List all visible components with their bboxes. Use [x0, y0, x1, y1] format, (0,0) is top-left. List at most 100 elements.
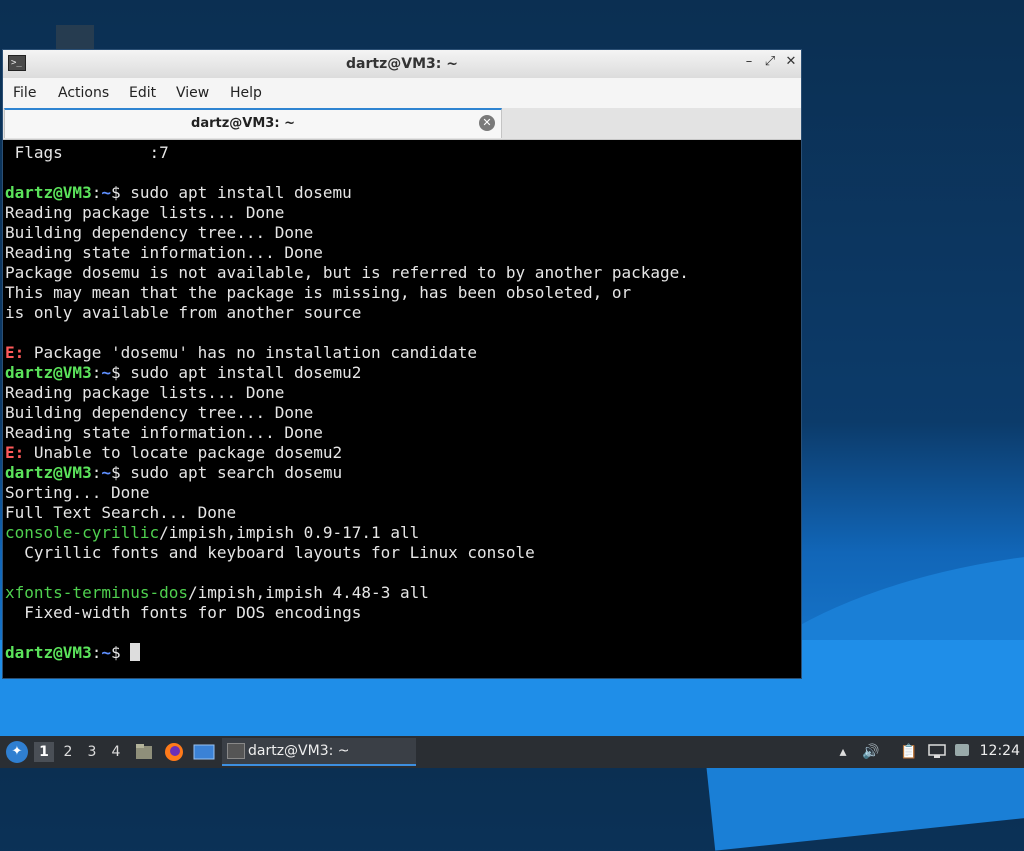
terminal-text-segment: $ sudo apt install dosemu2 — [110, 363, 362, 382]
tray-up-arrow-icon[interactable]: ▴ — [834, 743, 852, 761]
terminal-text-segment: ~ — [101, 643, 111, 662]
terminal-line: xfonts-terminus-dos/impish,impish 4.48-3… — [5, 583, 689, 603]
terminal-text-segment: E: — [5, 343, 25, 362]
terminal-line: Building dependency tree... Done — [5, 223, 689, 243]
terminal-line: Fixed-width fonts for DOS encodings — [5, 603, 689, 623]
terminal-line: console-cyrillic/impish,impish 0.9-17.1 … — [5, 523, 689, 543]
terminal-text-segment: /impish,impish 0.9-17.1 all — [159, 523, 420, 542]
terminal-text-segment: Sorting... Done — [5, 483, 150, 502]
terminal-text-segment: Cyrillic fonts and keyboard layouts for … — [5, 543, 535, 562]
terminal-text-segment: Reading state information... Done — [5, 243, 323, 262]
menu-actions[interactable]: Actions — [58, 85, 109, 101]
tab-terminal[interactable]: dartz@VM3: ~ ✕ — [4, 108, 502, 138]
terminal-text-segment: is only available from another source — [5, 303, 362, 322]
terminal-text-segment: console-cyrillic — [5, 523, 160, 542]
terminal-text-segment: Building dependency tree... Done — [5, 403, 314, 422]
clock: 12:24 — [979, 743, 1020, 759]
file-manager-icon[interactable] — [134, 742, 154, 762]
terminal-text-segment: Reading package lists... Done — [5, 383, 285, 402]
window-title: dartz@VM3: ~ — [346, 56, 458, 72]
terminal-text-segment: Building dependency tree... Done — [5, 223, 314, 242]
terminal-text-segment: /impish,impish 4.48-3 all — [188, 583, 429, 602]
terminal-text-segment: Flags :7 — [5, 143, 169, 162]
taskbar-terminal-task[interactable]: dartz@VM3: ~ — [222, 738, 416, 766]
terminal-text-segment: : — [91, 463, 102, 482]
terminal-text-segment: : — [91, 183, 102, 202]
terminal-line: Reading package lists... Done — [5, 203, 689, 223]
terminal-line: dartz@VM3:~$ — [5, 643, 689, 663]
terminal-text-segment: ~ — [101, 363, 111, 382]
terminal-text-segment: : — [91, 363, 102, 382]
title-bar[interactable]: >_ dartz@VM3: ~ – ⤢ ✕ — [3, 50, 801, 79]
terminal-text-segment: Fixed-width fonts for DOS encodings — [5, 603, 362, 622]
notification-icon[interactable] — [954, 743, 972, 761]
network-icon[interactable] — [928, 743, 946, 761]
show-desktop-icon[interactable] — [193, 742, 215, 762]
terminal-line: dartz@VM3:~$ sudo apt install dosemu — [5, 183, 689, 203]
start-menu-icon[interactable]: ✦ — [6, 741, 28, 763]
terminal-output[interactable]: Flags :7 dartz@VM3:~$ sudo apt install do… — [3, 140, 801, 678]
terminal-line: is only available from another source — [5, 303, 689, 323]
terminal-window: >_ dartz@VM3: ~ – ⤢ ✕ File Actions Edit … — [2, 49, 802, 679]
terminal-text-segment: E: — [5, 443, 25, 462]
terminal-text-segment: Reading state information... Done — [5, 423, 323, 442]
taskbar: ✦ 1 2 3 4 dartz@VM3: ~ ▴ 🔊 📋 12:24 — [0, 736, 1024, 768]
menu-help[interactable]: Help — [230, 85, 262, 101]
terminal-text-segment: $ — [110, 643, 131, 662]
terminal-text-segment: Unable to locate package dosemu2 — [24, 443, 343, 462]
terminal-text-segment: Reading package lists... Done — [5, 203, 285, 222]
terminal-text-segment: Package dosemu is not available, but is … — [5, 263, 689, 282]
minimize-button[interactable]: – — [741, 54, 757, 69]
terminal-cursor — [130, 643, 141, 661]
clipboard-icon[interactable]: 📋 — [900, 743, 918, 761]
workspace-2[interactable]: 2 — [58, 742, 78, 762]
terminal-text-segment: : — [91, 643, 102, 662]
terminal-text-segment: dartz@VM3 — [5, 183, 92, 202]
terminal-text-segment: dartz@VM3 — [5, 643, 92, 662]
terminal-text-segment: Full Text Search... Done — [5, 503, 237, 522]
tab-bar: dartz@VM3: ~ ✕ — [3, 108, 801, 140]
terminal-text-segment: dartz@VM3 — [5, 463, 92, 482]
terminal-line: Sorting... Done — [5, 483, 689, 503]
terminal-text-segment: This may mean that the package is missin… — [5, 283, 632, 302]
terminal-line: Package dosemu is not available, but is … — [5, 263, 689, 283]
firefox-icon[interactable] — [164, 742, 184, 762]
terminal-text-segment: ~ — [101, 463, 111, 482]
maximize-button[interactable]: ⤢ — [762, 54, 778, 69]
task-label: dartz@VM3: ~ — [248, 743, 350, 759]
terminal-line: Reading package lists... Done — [5, 383, 689, 403]
terminal-task-icon — [227, 743, 245, 759]
terminal-text-segment: xfonts-terminus-dos — [5, 583, 189, 602]
workspace-4[interactable]: 4 — [106, 742, 126, 762]
terminal-line: Building dependency tree... Done — [5, 403, 689, 423]
menu-edit[interactable]: Edit — [129, 85, 156, 101]
desktop-icon[interactable] — [56, 25, 94, 49]
terminal-line: E: Unable to locate package dosemu2 — [5, 443, 689, 463]
workspace-1[interactable]: 1 — [34, 742, 54, 762]
terminal-line: Full Text Search... Done — [5, 503, 689, 523]
workspace-3[interactable]: 3 — [82, 742, 102, 762]
terminal-text-segment: dartz@VM3 — [5, 363, 92, 382]
volume-icon[interactable]: 🔊 — [862, 743, 880, 761]
menu-file[interactable]: File — [13, 85, 36, 101]
terminal-text-segment: $ sudo apt install dosemu — [110, 183, 352, 202]
terminal-line: dartz@VM3:~$ sudo apt search dosemu — [5, 463, 689, 483]
terminal-text: Flags :7 dartz@VM3:~$ sudo apt install do… — [5, 143, 689, 663]
terminal-line: Cyrillic fonts and keyboard layouts for … — [5, 543, 689, 563]
terminal-line: dartz@VM3:~$ sudo apt install dosemu2 — [5, 363, 689, 383]
menu-view[interactable]: View — [176, 85, 209, 101]
tab-close-icon[interactable]: ✕ — [479, 115, 495, 131]
terminal-line: Flags :7 — [5, 143, 689, 163]
terminal-text-segment: Package 'dosemu' has no installation can… — [24, 343, 478, 362]
tab-label: dartz@VM3: ~ — [191, 116, 295, 131]
terminal-line: Reading state information... Done — [5, 423, 689, 443]
close-button[interactable]: ✕ — [783, 54, 799, 69]
terminal-text-segment: ~ — [101, 183, 111, 202]
terminal-line: E: Package 'dosemu' has no installation … — [5, 343, 689, 363]
menu-bar: File Actions Edit View Help — [3, 78, 801, 108]
terminal-line: This may mean that the package is missin… — [5, 283, 689, 303]
terminal-text-segment: $ sudo apt search dosemu — [110, 463, 343, 482]
